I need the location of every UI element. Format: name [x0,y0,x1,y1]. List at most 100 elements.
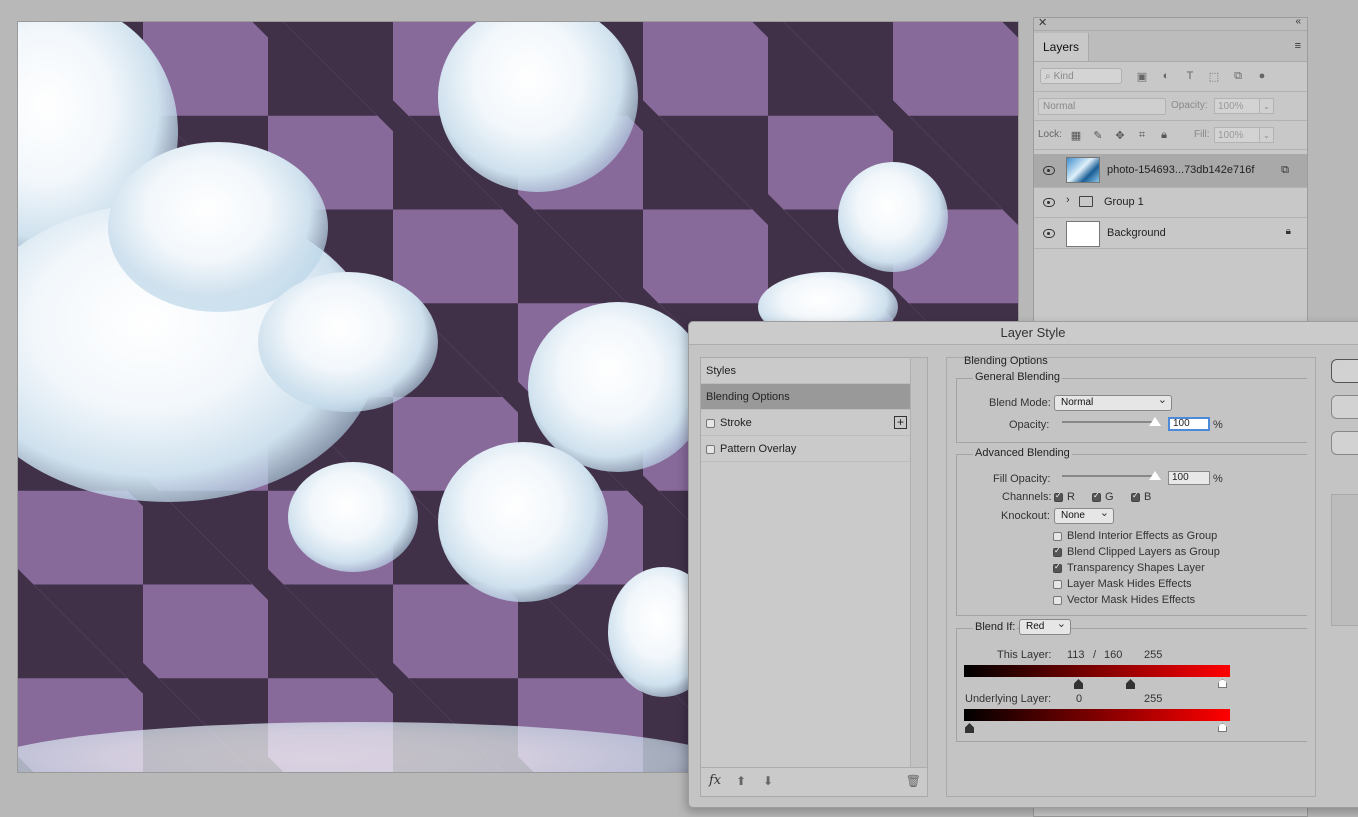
filter-toggle-icon[interactable]: ● [1254,68,1270,84]
kind-filter-select[interactable]: ⌕ Kind [1040,68,1122,84]
knockout-select[interactable]: None [1054,506,1114,524]
underlying-high-slider[interactable] [1218,723,1227,732]
cloud [18,722,738,772]
adjustment-filter-icon[interactable]: ◐ [1158,68,1174,84]
blending-options-label: Blending Options [706,391,790,403]
channels-label: Channels: [1002,491,1052,503]
blending-options-panel: Blending Options General Blending Blend … [946,355,1316,797]
lock-label: Lock: [1038,129,1062,140]
close-icon[interactable]: ✕ [1038,16,1047,29]
search-icon: ⌕ [1045,70,1051,82]
fill-opacity-field[interactable]: 100 [1168,471,1210,485]
styles-list: Styles Blending Options Stroke + Pattern… [700,357,928,797]
image-filter-icon[interactable]: ▣ [1134,68,1150,84]
layer-fill-field[interactable]: 100% [1214,127,1260,143]
this-layer-low-value: 113 [1067,649,1085,661]
dialog-title: Layer Style [689,322,1358,345]
underlying-layer-label: Underlying Layer: [965,693,1052,705]
layer-opacity-field[interactable]: 100% [1214,98,1260,114]
pattern-overlay-checkbox[interactable] [706,445,715,454]
smart-object-icon: ⧉ [1281,164,1289,176]
tab-layers[interactable]: Layers [1034,33,1089,61]
channel-g-checkbox[interactable] [1092,491,1101,502]
this-layer-mid-value: 160 [1104,649,1123,661]
this-layer-mid-slider[interactable] [1126,679,1135,689]
blend-if-label: Blend If: [973,621,1018,633]
blend-clipped-checkbox[interactable] [1053,546,1062,557]
blend-if-channel-select[interactable]: Red [1019,617,1071,635]
add-stroke-button[interactable]: + [894,416,907,429]
layer-row-photo[interactable]: photo-154693...73db142e716f ⧉ [1034,154,1307,188]
this-layer-label: This Layer: [997,649,1052,661]
fill-opacity-slider[interactable] [1062,475,1157,477]
underlying-low-slider[interactable] [965,723,974,733]
chevron-down-icon[interactable]: ⌄ [1260,98,1274,114]
fill-opacity-slider-thumb[interactable] [1149,471,1161,480]
layer-row-background[interactable]: Background 🔒︎ [1034,218,1307,249]
stroke-checkbox[interactable] [706,419,715,428]
layer-blend-mode-select[interactable]: Normal [1038,98,1166,115]
collapse-icon[interactable]: « [1295,16,1301,27]
visibility-eye-icon[interactable] [1043,229,1055,238]
layer-row-group[interactable]: › Group 1 [1034,188,1307,218]
opacity-slider-thumb[interactable] [1149,417,1161,426]
channel-g-label: G [1105,491,1114,503]
layer-mask-hides-checkbox[interactable] [1053,580,1062,589]
chevron-down-icon[interactable]: ⌄ [1260,127,1274,143]
filter-icons: ▣ ◐ T ⬚ ⧉ ● [1134,68,1270,84]
move-down-icon[interactable]: ⬇ [763,774,773,788]
pattern-overlay-label: Pattern Overlay [720,443,797,455]
blend-interior-checkbox[interactable] [1053,532,1062,541]
chevron-right-icon[interactable]: › [1066,194,1070,206]
this-layer-low-slider[interactable] [1074,679,1083,689]
pattern-overlay-item[interactable]: Pattern Overlay [701,436,911,462]
vector-mask-hides-label: Vector Mask Hides Effects [1067,594,1196,606]
layer-name[interactable]: Group 1 [1104,196,1144,208]
this-layer-high-slider[interactable] [1218,679,1227,688]
blend-interior-label: Blend Interior Effects as Group [1067,530,1218,542]
advanced-blending-group: Advanced Blending Fill Opacity: 100 % Ch… [956,447,1307,616]
lock-paint-icon[interactable]: ✎ [1092,129,1104,142]
fx-button[interactable]: fx [709,773,721,788]
channel-r-checkbox[interactable] [1054,491,1063,502]
stroke-item[interactable]: Stroke + [701,410,911,436]
transparency-shapes-checkbox[interactable] [1053,562,1062,573]
lock-artboard-icon[interactable]: ⌗ [1136,129,1148,141]
shape-filter-icon[interactable]: ⬚ [1206,68,1222,84]
cloud [438,442,608,602]
menu-icon[interactable]: ≡ [1295,40,1301,52]
blend-mode-select[interactable]: Normal [1054,393,1172,411]
smart-object-filter-icon[interactable]: ⧉ [1230,68,1246,84]
cancel-button[interactable] [1331,395,1358,419]
knockout-label: Knockout: [1001,510,1050,522]
layer-thumbnail [1066,221,1100,247]
blending-options-item[interactable]: Blending Options [701,384,911,410]
underlying-high-value: 255 [1144,693,1163,705]
lock-position-icon[interactable]: ✥ [1114,129,1126,142]
layer-name[interactable]: photo-154693...73db142e716f [1107,164,1254,176]
visibility-eye-icon[interactable] [1043,166,1055,175]
lock-all-icon[interactable]: 🔒︎ [1158,129,1170,141]
type-filter-icon[interactable]: T [1182,68,1198,84]
opacity-label: Opacity: [1009,419,1050,431]
trash-icon[interactable]: 🗑︎ [906,774,921,788]
ok-button[interactable] [1331,359,1358,383]
fill-opacity-unit: % [1213,473,1223,485]
cloud [838,162,948,272]
visibility-eye-icon[interactable] [1043,198,1055,207]
layer-mask-hides-label: Layer Mask Hides Effects [1067,578,1192,590]
opacity-field[interactable]: 100 [1168,417,1210,431]
move-up-icon[interactable]: ⬆ [736,774,746,788]
panel-title-bar: ✕ « [1034,16,1307,31]
new-style-button[interactable] [1331,431,1358,455]
lock-icons: ▦ ✎ ✥ ⌗ 🔒︎ [1070,129,1170,142]
panel-tab-bar: Layers ≡ [1034,31,1307,62]
channel-b-checkbox[interactable] [1131,491,1140,502]
lock-transparent-icon[interactable]: ▦ [1070,129,1082,142]
styles-item[interactable]: Styles [701,358,911,384]
cloud [528,302,708,472]
styles-scrollbar[interactable] [910,358,927,768]
vector-mask-hides-checkbox[interactable] [1053,596,1062,605]
opacity-slider[interactable] [1062,421,1157,423]
layer-name[interactable]: Background [1107,227,1166,239]
